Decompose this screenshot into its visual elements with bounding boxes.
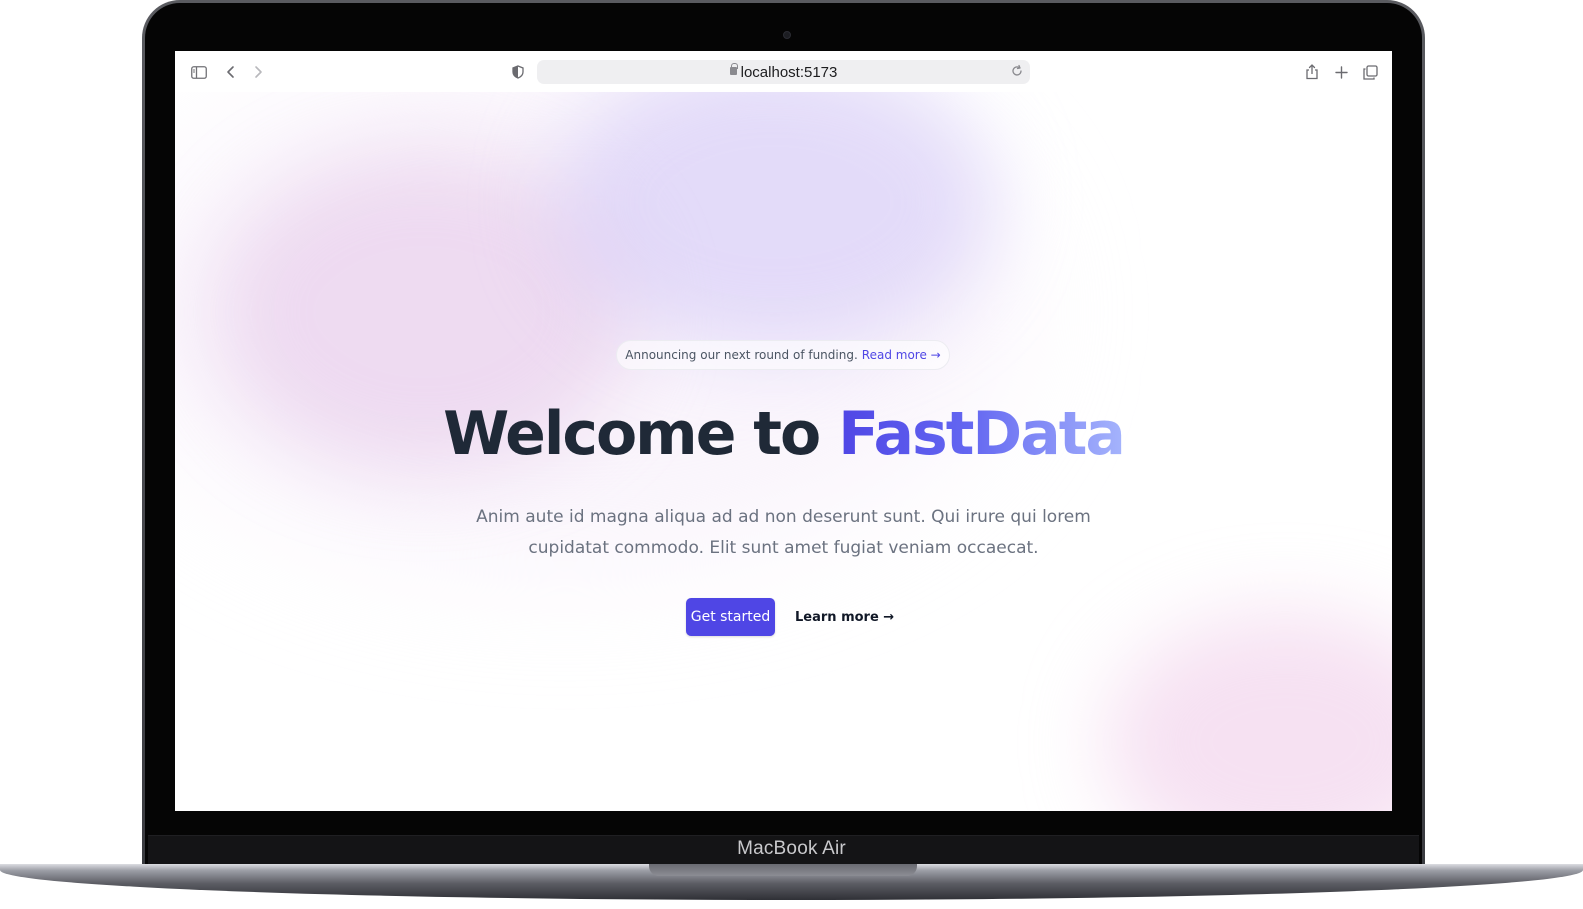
landing-page: Announcing our next round of funding. Re… xyxy=(175,92,1392,811)
share-icon[interactable] xyxy=(1303,63,1321,81)
camera-icon xyxy=(783,31,791,39)
reload-icon[interactable] xyxy=(1010,64,1024,78)
hero-title-accent: FastData xyxy=(838,399,1126,469)
device-label: MacBook Air xyxy=(737,838,846,859)
tab-overview-icon[interactable] xyxy=(1361,63,1379,81)
get-started-button[interactable]: Get started xyxy=(686,598,775,636)
url-text: localhost:5173 xyxy=(740,63,838,81)
hero-description: Anim aute id magna aliqua ad ad non dese… xyxy=(465,502,1102,564)
hero-description-line-1: Anim aute id magna aliqua ad ad non dese… xyxy=(476,507,1091,527)
hero-title: Welcome to FastData xyxy=(175,399,1392,469)
background-blob-bottom-right xyxy=(1105,612,1392,811)
shield-icon[interactable] xyxy=(509,63,527,81)
browser-toolbar: localhost:5173 xyxy=(175,51,1392,92)
chevron-left-icon[interactable] xyxy=(222,63,240,81)
sidebar-toggle-icon[interactable] xyxy=(190,63,208,81)
chevron-right-icon[interactable] xyxy=(249,63,267,81)
hero-description-line-2: cupidatat commodo. Elit sunt amet fugiat… xyxy=(528,538,1039,558)
hero-title-prefix: Welcome to xyxy=(443,399,839,469)
announcement-text: Announcing our next round of funding. xyxy=(625,348,858,362)
learn-more-link[interactable]: Learn more → xyxy=(795,606,894,628)
browser-window: localhost:5173 Announcing our next round… xyxy=(175,51,1392,811)
plus-icon[interactable] xyxy=(1332,63,1350,81)
read-more-link[interactable]: Read more → xyxy=(862,348,941,362)
address-bar[interactable]: localhost:5173 xyxy=(537,60,1030,84)
laptop-hinge-notch xyxy=(649,864,917,876)
announcement-pill: Announcing our next round of funding. Re… xyxy=(616,340,950,370)
lock-icon xyxy=(729,63,738,75)
